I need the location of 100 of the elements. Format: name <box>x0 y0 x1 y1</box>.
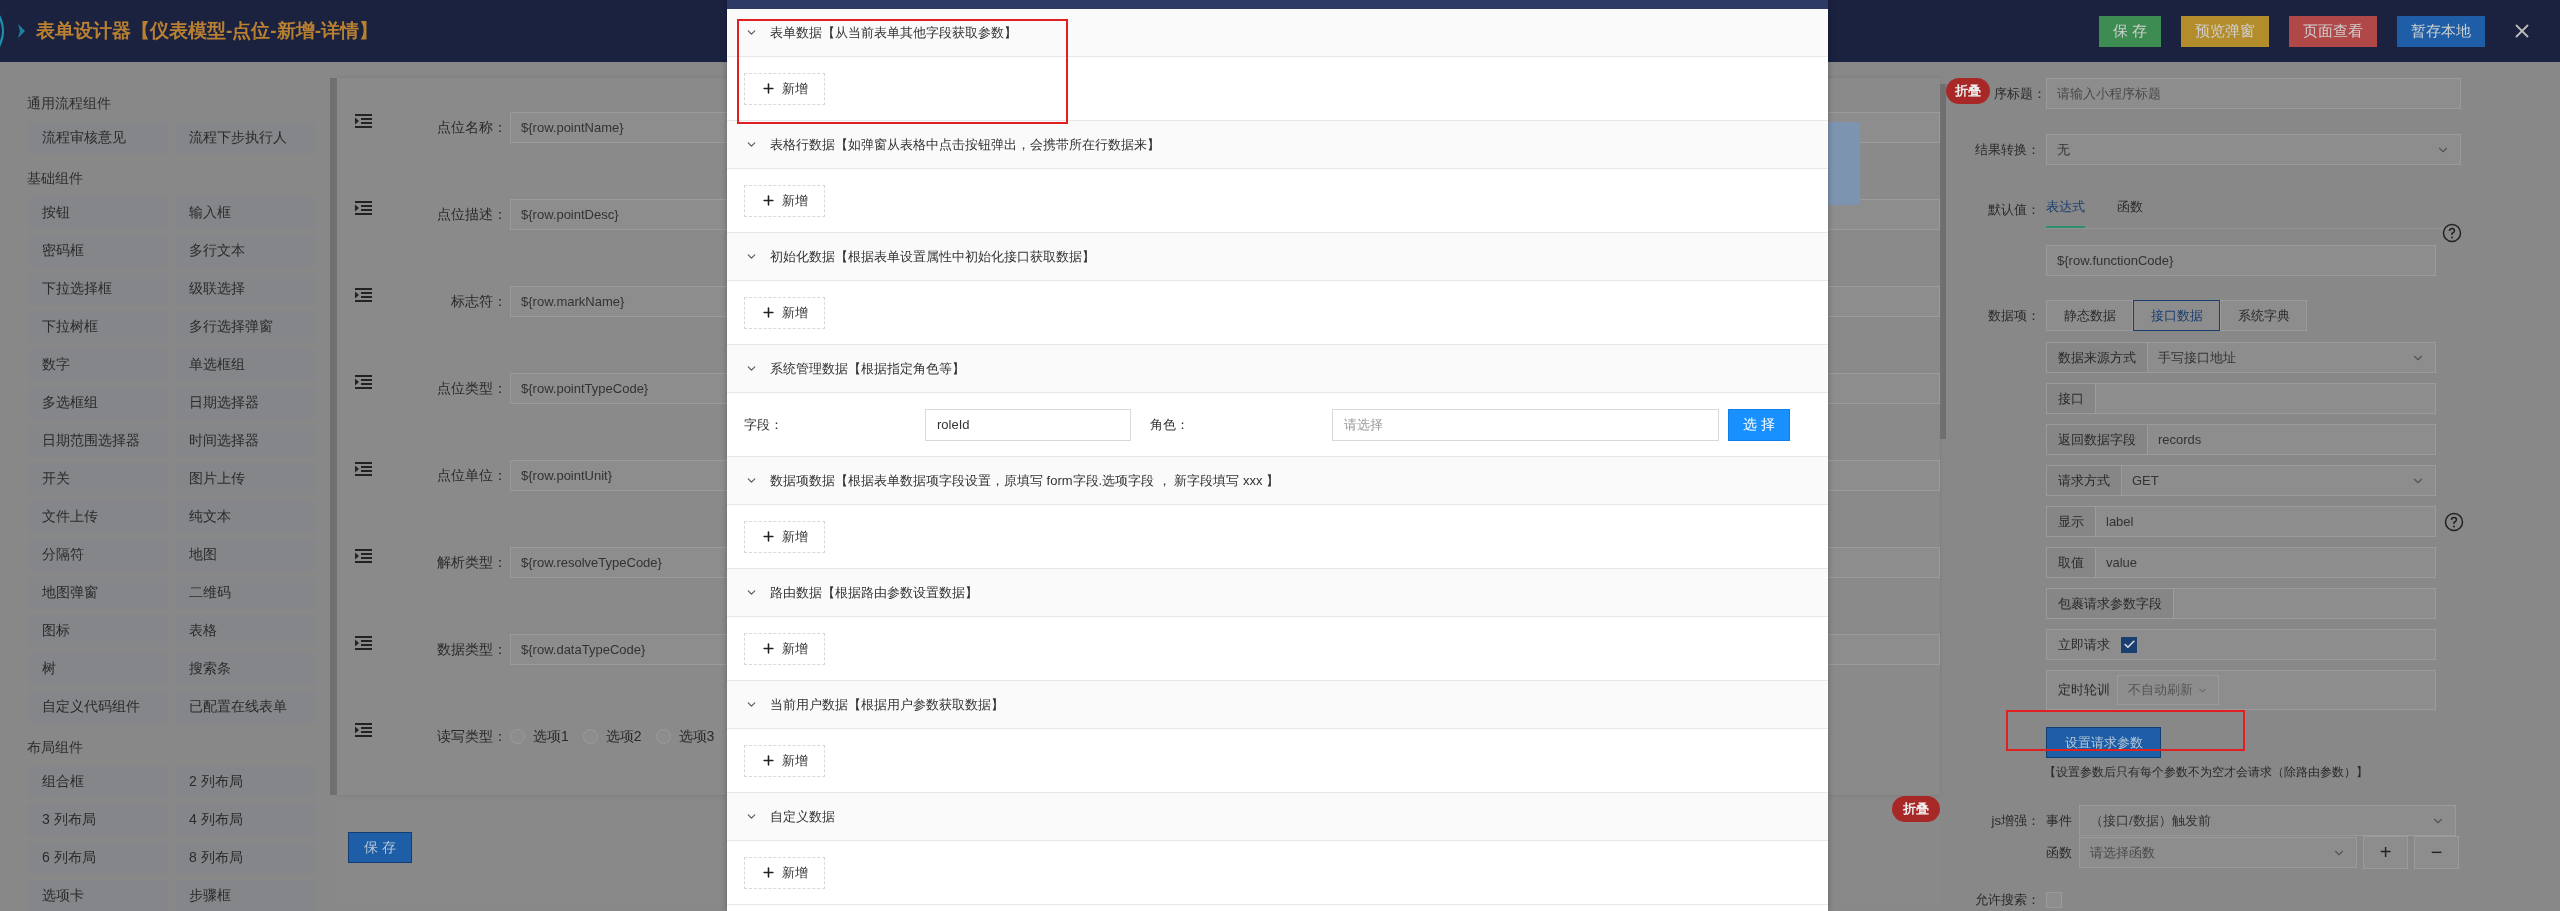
toolbar-button[interactable]: 暂存本地 <box>2397 15 2485 47</box>
drag-handle-icon[interactable] <box>355 549 372 563</box>
component-item[interactable]: 地图 <box>175 539 315 571</box>
add-button[interactable]: 新增 <box>744 520 825 553</box>
component-item[interactable]: 开关 <box>28 463 168 495</box>
component-item[interactable]: 单选框组 <box>175 349 315 381</box>
component-item[interactable]: 数字 <box>28 349 168 381</box>
select-field[interactable]: （接口/数据）触发前 <box>2079 805 2456 836</box>
section-header[interactable]: 表格行数据【如弹窗从表格中点击按钮弹出，会携带所在行数据来】 <box>727 121 1828 169</box>
component-item[interactable]: 流程审核意见 <box>28 122 168 154</box>
section-header[interactable]: 当前用户数据【根据用户参数获取数据】 <box>727 681 1828 729</box>
component-item[interactable]: 组合框 <box>28 766 168 798</box>
scrollbar[interactable] <box>1940 84 1946 439</box>
segment-button[interactable]: 静态数据 <box>2046 300 2133 331</box>
component-item[interactable]: 多选框组 <box>28 387 168 419</box>
drag-handle-icon[interactable] <box>355 288 372 302</box>
section-title: 表单数据【从当前表单其他字段获取参数】 <box>770 23 1017 42</box>
input-field[interactable]: 请输入小程序标题 <box>2046 78 2461 109</box>
component-item[interactable]: 日期范围选择器 <box>28 425 168 457</box>
input-group[interactable]: 数据来源方式 手写接口地址 <box>2046 342 2436 373</box>
section-header[interactable]: 路由数据【根据路由参数设置数据】 <box>727 569 1828 617</box>
tab[interactable]: 函数 <box>2117 198 2143 228</box>
component-item[interactable]: 地图弹窗 <box>28 577 168 609</box>
remove-button[interactable]: − <box>2414 836 2459 869</box>
component-item[interactable]: 步骤框 <box>175 880 315 911</box>
select-field[interactable]: 请选择函数 <box>2079 837 2357 868</box>
component-item[interactable]: 文件上传 <box>28 501 168 533</box>
request-params-button[interactable]: 设置请求参数 <box>2046 727 2161 758</box>
component-item[interactable]: 输入框 <box>175 197 315 229</box>
toolbar-button[interactable]: 保 存 <box>2098 15 2161 47</box>
component-item[interactable]: 纯文本 <box>175 501 315 533</box>
component-item[interactable]: 2 列布局 <box>175 766 315 798</box>
add-button[interactable]: 新增 <box>744 632 825 665</box>
checkbox[interactable] <box>2121 636 2137 653</box>
component-item[interactable]: 按钮 <box>28 197 168 229</box>
drag-handle-icon[interactable] <box>355 114 372 128</box>
component-item[interactable]: 下拉树框 <box>28 311 168 343</box>
input-group[interactable]: 显示 label <box>2046 506 2436 537</box>
select-field[interactable]: 请选择 <box>1332 408 1719 441</box>
drag-handle-icon[interactable] <box>355 636 372 650</box>
drag-handle-icon[interactable] <box>355 462 372 476</box>
component-item[interactable]: 图片上传 <box>175 463 315 495</box>
component-item[interactable]: 6 列布局 <box>28 842 168 874</box>
add-button[interactable]: 新增 <box>744 72 825 105</box>
scrollbar[interactable] <box>330 78 337 795</box>
section-header[interactable]: 数据项数据【根据表单数据项字段设置，原填写 form字段.选项字段 ， 新字段填写 xxx 】 <box>727 457 1828 505</box>
component-item[interactable]: 已配置在线表单 <box>175 691 315 723</box>
collapse-badge[interactable]: 折叠 <box>1946 78 1990 104</box>
drag-handle-icon[interactable] <box>355 201 372 215</box>
component-item[interactable]: 分隔符 <box>28 539 168 571</box>
component-item[interactable]: 多行选择弹窗 <box>175 311 315 343</box>
input-field[interactable]: ${row.functionCode} <box>2046 245 2436 276</box>
component-item[interactable]: 选项卡 <box>28 880 168 911</box>
component-item[interactable]: 图标 <box>28 615 168 647</box>
toolbar-button[interactable]: 页面查看 <box>2289 15 2377 47</box>
select-field[interactable]: 无 <box>2046 134 2461 165</box>
collapse-badge[interactable]: 折叠 <box>1892 796 1940 822</box>
component-item[interactable]: 多行文本 <box>175 235 315 267</box>
add-button[interactable]: 新增 <box>744 296 825 329</box>
drag-handle-icon[interactable] <box>355 375 372 389</box>
input-group[interactable]: 包裹请求参数字段 <box>2046 588 2436 619</box>
section-header[interactable]: 初始化数据【根据表单设置属性中初始化接口获取数据】 <box>727 233 1828 281</box>
component-item[interactable]: 时间选择器 <box>175 425 315 457</box>
help-icon[interactable] <box>2444 511 2464 532</box>
component-item[interactable]: 表格 <box>175 615 315 647</box>
input-group[interactable]: 接口 <box>2046 383 2436 414</box>
section-header[interactable]: 自定义数据 <box>727 793 1828 841</box>
add-button[interactable]: 新增 <box>744 744 825 777</box>
segment-button[interactable]: 接口数据 <box>2133 300 2220 331</box>
input-group[interactable]: 立即请求 <box>2046 629 2436 660</box>
section-header[interactable]: 表单数据【从当前表单其他字段获取参数】 <box>727 9 1828 57</box>
add-button[interactable]: 新增 <box>744 184 825 217</box>
drag-handle-icon[interactable] <box>355 723 372 737</box>
component-item[interactable]: 级联选择 <box>175 273 315 305</box>
plus-icon <box>761 81 776 96</box>
component-item[interactable]: 自定义代码组件 <box>28 691 168 723</box>
section-header[interactable]: 系统管理数据【根据指定角色等】 <box>727 345 1828 393</box>
add-button[interactable]: + <box>2363 836 2408 869</box>
component-item[interactable]: 8 列布局 <box>175 842 315 874</box>
add-button[interactable]: 新增 <box>744 856 825 889</box>
help-icon[interactable] <box>2442 223 2462 243</box>
field-value: 手写接口地址 <box>2158 348 2236 367</box>
input-group[interactable]: 返回数据字段 records <box>2046 424 2436 455</box>
input-field[interactable]: roleId <box>925 408 1131 441</box>
component-item[interactable]: 3 列布局 <box>28 804 168 836</box>
component-item[interactable]: 密码框 <box>28 235 168 267</box>
component-item[interactable]: 日期选择器 <box>175 387 315 419</box>
toolbar-button[interactable]: 预览弹窗 <box>2181 15 2269 47</box>
input-group[interactable]: 取值 value <box>2046 547 2436 578</box>
select-button[interactable]: 选 择 <box>1728 408 1790 441</box>
component-item[interactable]: 4 列布局 <box>175 804 315 836</box>
component-item[interactable]: 树 <box>28 653 168 685</box>
tab[interactable]: 表达式 <box>2046 198 2085 228</box>
component-item[interactable]: 下拉选择框 <box>28 273 168 305</box>
component-item[interactable]: 二维码 <box>175 577 315 609</box>
save-button[interactable]: 保 存 <box>348 832 412 863</box>
input-group[interactable]: 请求方式 GET <box>2046 465 2436 496</box>
segment-button[interactable]: 系统字典 <box>2220 300 2307 331</box>
component-item[interactable]: 搜索条 <box>175 653 315 685</box>
component-item[interactable]: 流程下步执行人 <box>175 122 315 154</box>
